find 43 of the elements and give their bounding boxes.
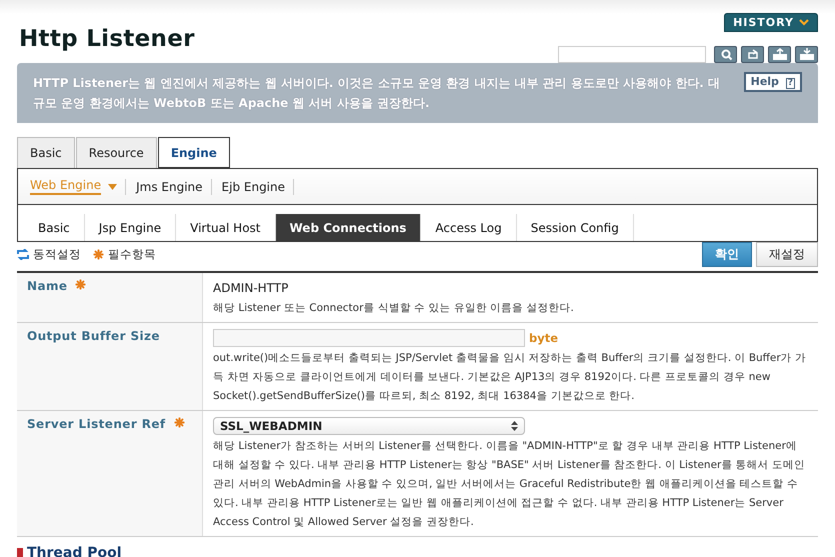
field-label: Server Listener Ref [27, 417, 166, 431]
section-heading: Thread Pool [17, 545, 818, 557]
tab[interactable]: Engine [158, 137, 230, 168]
search-button[interactable] [714, 46, 737, 63]
input-field[interactable] [213, 329, 525, 347]
refresh-icon [17, 249, 29, 260]
field-description: out.write()메소드들로부터 출력되는 JSP/Servlet 출력물을 임시 저장하는 출력 Buffer의 크기를 설정한다. 이 Buffer가 가득 차면 자동으로 클라이언트에게 데이터를 보낸다. 기본값은 AJP13의 경우 8192이다. 다른 프로토콜의 경우 new Socket().getSendBufferSize()를 따르되, 최소 8192, 최대 16384을 기본값으로 한다. [213, 351, 808, 404]
history-button[interactable]: HISTORY [724, 13, 818, 32]
field-value: ADMIN-HTTP [213, 280, 290, 297]
search-icon [718, 48, 732, 60]
field-label: Output Buffer Size [27, 329, 160, 343]
unit-label: byte [529, 331, 558, 345]
select-field[interactable]: SSL_WEBADMIN [213, 417, 525, 435]
engine-tab[interactable]: Jms Engine [132, 178, 212, 194]
legend-item: 필수항목 [93, 247, 156, 262]
page-title: Http Listener [19, 26, 195, 54]
refresh-button[interactable] [741, 46, 764, 63]
updown-arrows-icon [511, 421, 518, 431]
xml-upload-button[interactable] [768, 46, 791, 63]
asterisk-icon [75, 279, 86, 290]
caret-icon [108, 184, 118, 190]
sub-tab[interactable]: Jsp Engine [84, 214, 176, 241]
reset-button[interactable]: 재설정 [756, 242, 818, 267]
xml-download-button[interactable] [795, 46, 818, 63]
sub-tab[interactable]: Basic [24, 214, 85, 241]
field-description: 해당 Listener가 참조하는 서버의 Listener를 선택한다. 이름을 "ADMIN-HTTP"로 할 경우 내부 관리용 HTTP Listener에 대해 설정할 수 있다. 내부 관리용 HTTP Listener는 항상 "BASE" 서버 Listener를 참조한다. 이 Listener를 통해서 도메인 관리 서버의 WebAdmin을 사용할 수 있으며, 일반 서버에서는 Graceful Redistribute한 웹 애플리케이션을 테스트할 수 있다. 내부 관리용 HTTP Listener로는 일반 웹 애플리케이션에 접근할 수 없다. 내부 관리용 HTTP Listener는 Server Access Control 및 Allowed Server 설정을 권장한다. [213, 439, 806, 530]
field-label: Name [27, 279, 68, 293]
search-field[interactable] [558, 46, 706, 63]
chevron-down-icon [799, 19, 809, 26]
sub-tab[interactable]: Web Connections [276, 214, 422, 241]
sub-tab[interactable]: Session Config [516, 214, 634, 241]
field-description: 해당 Listener 또는 Connector를 식별할 수 있는 유일한 이름을 설정한다. [213, 301, 575, 316]
upload-icon [772, 48, 788, 61]
refresh-icon [746, 48, 760, 60]
engine-tab[interactable]: Ejb Engine [218, 178, 294, 194]
download-icon [798, 48, 814, 61]
asterisk-icon [93, 249, 104, 260]
tab[interactable]: Resource [76, 137, 157, 168]
tab[interactable]: Basic [17, 137, 75, 168]
banner-text: HTTP Listener는 웹 엔진에서 제공하는 웹 서버이다. 이것은 소규모 운영 환경 내지는 내부 관리 용도로만 사용해야 한다. 대규모 운영 환경에서는 WebtoB 또는 Apache 웹 서버 사용을 권장한다. [33, 75, 721, 112]
asterisk-icon [174, 417, 185, 428]
legend-item: 동적설정 [17, 247, 81, 262]
sub-tab[interactable]: Access Log [421, 214, 517, 241]
